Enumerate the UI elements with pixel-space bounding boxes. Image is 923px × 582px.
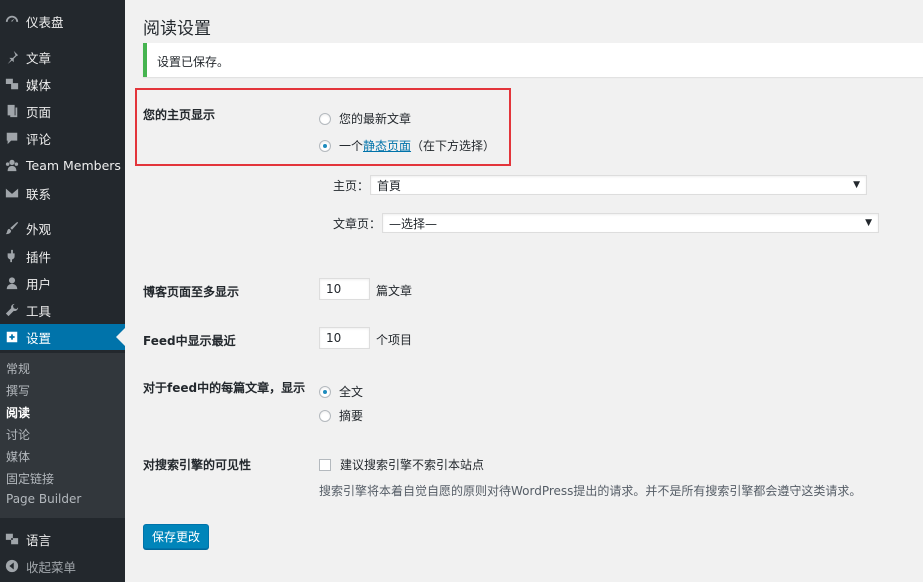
submenu-discussion[interactable]: 讨论: [6, 426, 30, 443]
option-full-text[interactable]: 全文: [319, 383, 363, 400]
team-icon: [5, 158, 19, 172]
option-latest-posts[interactable]: 您的最新文章: [319, 110, 411, 127]
menu-dashboard[interactable]: 仪表盘: [0, 8, 125, 34]
front-page-value: 首頁: [377, 178, 402, 193]
menu-posts[interactable]: 文章: [0, 44, 125, 70]
dashboard-icon: [5, 14, 19, 28]
mail-icon: [5, 186, 19, 200]
full-text-radio[interactable]: [319, 385, 331, 398]
pushpin-icon: [5, 50, 19, 64]
submenu-writing[interactable]: 撰写: [6, 382, 30, 399]
highlight-box: [135, 88, 511, 166]
static-page-radio[interactable]: [319, 139, 331, 152]
menu-appearance[interactable]: 外观: [0, 215, 125, 241]
settings-saved-notice: 设置已保存。: [143, 43, 923, 77]
front-page-label: 主页：: [333, 179, 370, 193]
dropdown-arrow-icon: ▼: [865, 218, 872, 228]
submenu-reading[interactable]: 阅读: [6, 404, 30, 421]
option-summary[interactable]: 摘要: [319, 407, 363, 424]
menu-contact[interactable]: 联系: [0, 180, 125, 206]
menu-pages[interactable]: 页面: [0, 98, 125, 124]
feed-recent-label: Feed中显示最近: [143, 334, 236, 348]
menu-team-members[interactable]: Team Members: [0, 152, 125, 178]
visibility-description: 搜索引擎将本着自觉自愿的原则对待WordPress提出的请求。并不是所有搜索引擎…: [319, 484, 862, 498]
summary-label: 摘要: [339, 409, 364, 423]
save-changes-button[interactable]: 保存更改: [143, 524, 210, 549]
menu-users[interactable]: 用户: [0, 270, 125, 296]
discourage-label: 建议搜索引擎不索引本站点: [340, 458, 485, 472]
wrench-icon: [5, 303, 19, 317]
posts-page-label: 文章页：: [333, 217, 382, 231]
blog-pages-label: 博客页面至多显示: [143, 285, 240, 299]
submenu-media[interactable]: 媒体: [6, 448, 30, 465]
menu-media[interactable]: 媒体: [0, 71, 125, 97]
blog-pages-input[interactable]: 10: [319, 278, 370, 300]
menu-settings[interactable]: 设置: [0, 324, 125, 350]
comment-icon: [5, 131, 19, 145]
menu-plugins[interactable]: 插件: [0, 243, 125, 269]
static-page-suffix: （在下方选择）: [411, 139, 496, 153]
feed-recent-unit: 个项目: [376, 333, 413, 347]
latest-posts-label: 您的最新文章: [339, 112, 412, 126]
feed-recent-value: 10: [326, 331, 342, 345]
admin-sidebar: 仪表盘 文章 媒体 页面 评论 Team Members 联系 外观 插件 用户…: [0, 0, 125, 582]
feed-recent-input[interactable]: 10: [319, 327, 370, 349]
settings-icon: [5, 330, 19, 344]
page-title: 阅读设置: [143, 19, 211, 39]
plugin-icon: [5, 249, 19, 263]
submenu-permalinks[interactable]: 固定链接: [6, 470, 54, 487]
dropdown-arrow-icon: ▼: [853, 180, 860, 190]
front-page-select[interactable]: 首頁 ▼: [370, 175, 867, 195]
posts-page-select[interactable]: —选择— ▼: [382, 213, 879, 233]
settings-submenu: 常规 撰写 阅读 讨论 媒体 固定链接 Page Builder: [0, 353, 125, 518]
menu-language[interactable]: 语言: [0, 526, 125, 552]
page-icon: [5, 104, 19, 118]
collapse-icon: [5, 559, 19, 573]
menu-comments[interactable]: 评论: [0, 125, 125, 151]
submenu-page-builder[interactable]: Page Builder: [6, 492, 81, 506]
option-static-page[interactable]: 一个 静态页面 （在下方选择）: [319, 137, 495, 154]
collapse-menu[interactable]: 收起菜单: [0, 553, 125, 579]
discourage-search-engines[interactable]: 建议搜索引擎不索引本站点: [319, 456, 484, 473]
visibility-label: 对搜索引擎的可见性: [143, 458, 252, 472]
menu-tools[interactable]: 工具: [0, 297, 125, 323]
summary-radio[interactable]: [319, 409, 331, 422]
user-icon: [5, 276, 19, 290]
full-text-label: 全文: [339, 385, 364, 399]
posts-page-value: —选择—: [389, 216, 438, 231]
notice-text: 设置已保存。: [157, 55, 230, 69]
translate-icon: [5, 532, 19, 546]
media-icon: [5, 77, 19, 91]
current-menu-arrow: [116, 328, 125, 346]
latest-posts-radio[interactable]: [319, 112, 331, 125]
static-page-prefix: 一个: [339, 139, 364, 153]
homepage-display-label: 您的主页显示: [143, 108, 216, 122]
brush-icon: [5, 221, 19, 235]
static-page-link[interactable]: 静态页面: [363, 137, 411, 154]
submenu-general[interactable]: 常规: [6, 360, 30, 377]
feed-content-label: 对于feed中的每篇文章，显示: [143, 381, 306, 395]
discourage-checkbox[interactable]: [319, 458, 331, 471]
blog-pages-unit: 篇文章: [376, 284, 413, 298]
blog-pages-value: 10: [326, 282, 342, 296]
